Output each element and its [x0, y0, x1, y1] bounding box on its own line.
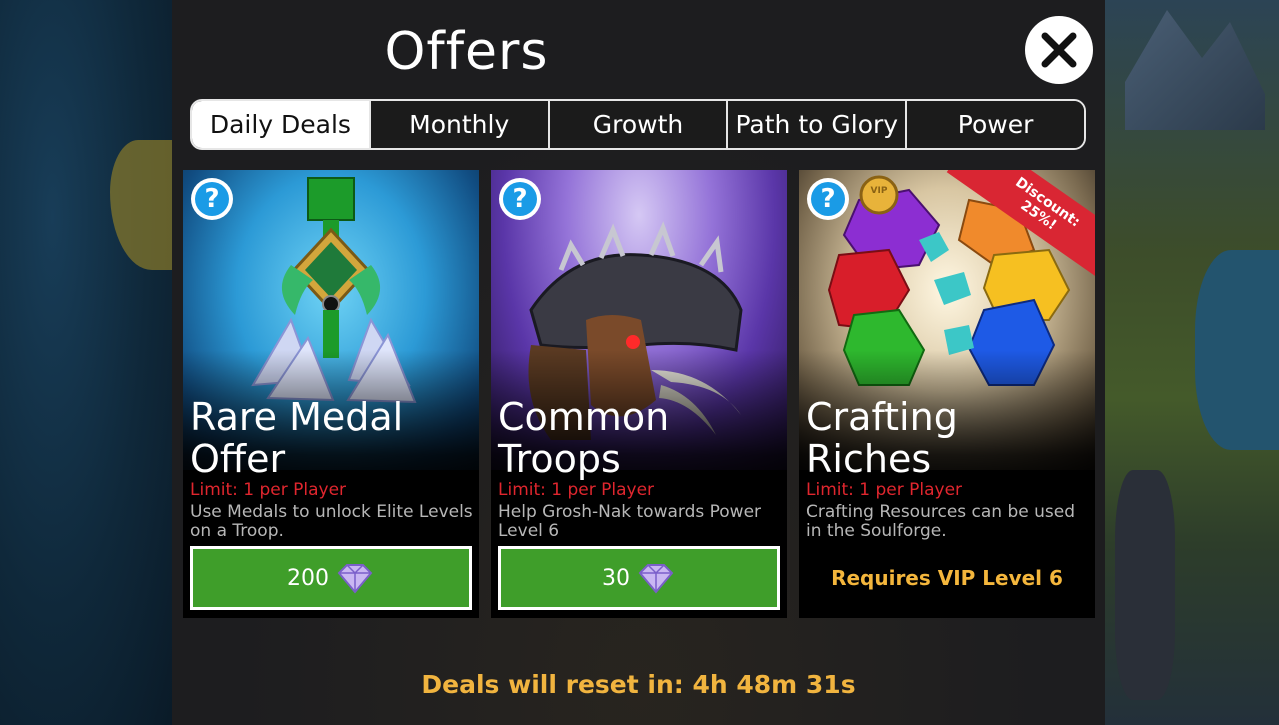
help-button[interactable]: ?	[499, 178, 541, 220]
close-icon	[1041, 32, 1077, 68]
offer-card-crafting-riches: VIP Discount: 25%! ? Crafting Riches Lim…	[799, 170, 1095, 618]
offer-title: Crafting Riches	[806, 395, 958, 481]
help-button[interactable]: ?	[807, 178, 849, 220]
map-rock	[1115, 470, 1175, 700]
buy-button[interactable]: 200	[190, 546, 472, 610]
map-background-left	[0, 0, 180, 725]
offer-card-rare-medal: ? Rare Medal Offer Limit: 1 per Player U…	[183, 170, 479, 618]
question-icon: ?	[503, 182, 537, 216]
offer-description: Use Medals to unlock Elite Levels on a T…	[190, 502, 473, 541]
vip-coin-icon: VIP	[870, 186, 888, 196]
vip-requirement: Requires VIP Level 6	[831, 566, 1063, 590]
offer-limit: Limit: 1 per Player	[190, 480, 347, 500]
offer-description: Crafting Resources can be used in the So…	[806, 502, 1076, 541]
tab-growth[interactable]: Growth	[549, 101, 729, 148]
map-mountains	[1125, 10, 1265, 130]
offer-tabs: Daily Deals Monthly Growth Path to Glory…	[190, 99, 1086, 150]
tab-path-to-glory[interactable]: Path to Glory	[728, 101, 908, 148]
buy-button[interactable]: 30	[498, 546, 780, 610]
offer-title: Rare Medal Offer	[190, 395, 404, 481]
price-label: 30	[602, 565, 630, 591]
map-landmass	[110, 140, 180, 270]
map-background-right	[1105, 0, 1279, 725]
tab-power[interactable]: Power	[907, 101, 1084, 148]
reset-timer: Deals will reset in: 4h 48m 31s	[421, 670, 856, 699]
gem-icon	[337, 564, 373, 594]
offer-limit: Limit: 1 per Player	[498, 480, 655, 500]
question-icon: ?	[195, 182, 229, 216]
help-button[interactable]: ?	[191, 178, 233, 220]
offer-limit: Limit: 1 per Player	[806, 480, 963, 500]
tab-monthly[interactable]: Monthly	[370, 101, 550, 148]
map-water	[1195, 250, 1279, 450]
gem-icon	[638, 564, 674, 594]
offer-description: Help Grosh-Nak towards Power Level 6	[498, 502, 762, 541]
tab-daily-deals[interactable]: Daily Deals	[192, 101, 371, 148]
close-button[interactable]	[1025, 16, 1093, 84]
offer-card-common-troops: ? Common Troops Limit: 1 per Player Help…	[491, 170, 787, 618]
page-title: Offers	[384, 22, 549, 82]
price-label: 200	[287, 565, 329, 591]
offer-title: Common Troops	[498, 395, 670, 481]
question-icon: ?	[811, 182, 845, 216]
